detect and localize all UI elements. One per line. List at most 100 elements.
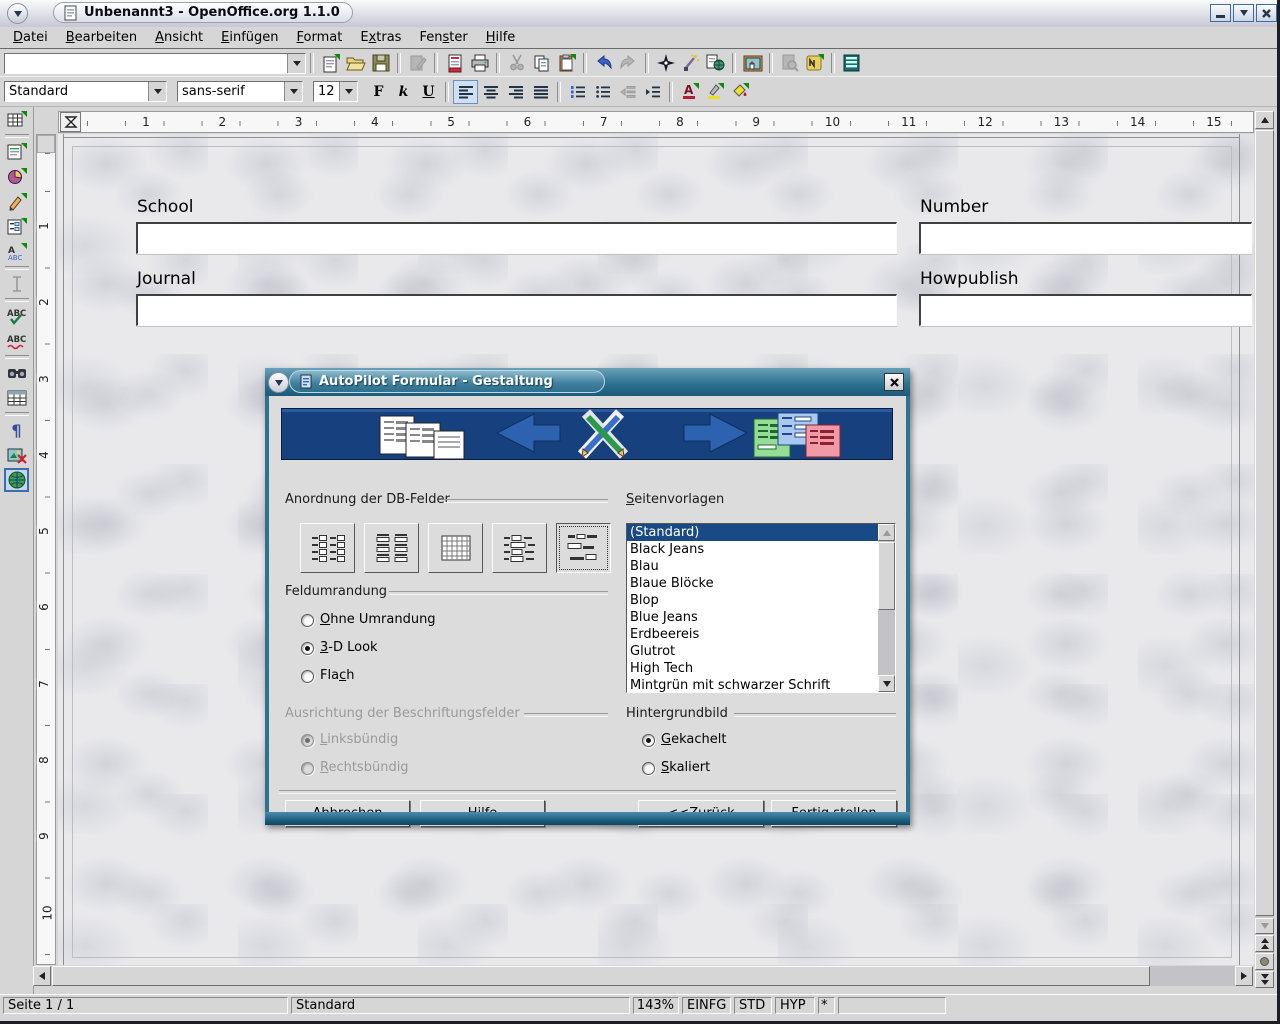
form-functions-icon[interactable] <box>4 215 29 239</box>
style-dropdown-button[interactable] <box>148 82 166 101</box>
style-list-item[interactable]: Black Jeans <box>627 541 880 558</box>
menu-item-ansicht[interactable]: Ansicht <box>146 28 212 47</box>
edit-file-icon[interactable] <box>405 51 430 75</box>
stylist-icon[interactable] <box>678 51 703 75</box>
flat-radio[interactable] <box>301 670 314 683</box>
style-list-item[interactable]: High Tech <box>627 660 880 677</box>
howpublish-field[interactable] <box>919 294 1252 326</box>
style-list-item[interactable]: Blau <box>627 558 880 575</box>
font-color-icon[interactable]: A <box>677 80 702 104</box>
tiled-radio[interactable] <box>642 734 655 747</box>
align-left-icon[interactable] <box>453 80 478 104</box>
insert-table-icon[interactable] <box>4 108 29 132</box>
threed-look-radio[interactable] <box>301 642 314 655</box>
align-right-icon[interactable] <box>503 80 528 104</box>
justify-icon[interactable] <box>528 80 553 104</box>
highlighting-icon[interactable] <box>702 80 727 104</box>
size-dropdown-button[interactable] <box>339 82 357 101</box>
font-dropdown-button[interactable] <box>284 82 302 101</box>
print-icon[interactable] <box>467 51 492 75</box>
datasources-toggle-icon[interactable] <box>4 386 29 410</box>
gallery-icon[interactable] <box>740 51 765 75</box>
layout-blocks-labels-left-button[interactable] <box>492 523 547 573</box>
online-layout-icon[interactable] <box>4 468 29 492</box>
no-border-label[interactable]: Ohne Umrandung <box>320 612 436 627</box>
bullet-list-icon[interactable] <box>590 80 615 104</box>
export-pdf-icon[interactable] <box>442 51 467 75</box>
horizontal-ruler[interactable]: 123456789101112131415 <box>58 111 1254 133</box>
menu-item-bearbeiten[interactable]: Bearbeiten <box>57 28 146 47</box>
number-field[interactable] <box>919 222 1252 254</box>
draw-functions-icon[interactable] <box>4 190 29 214</box>
list-scroll-down-button[interactable] <box>878 675 895 692</box>
font-size-combobox[interactable]: 12 <box>313 81 358 102</box>
scroll-left-button[interactable] <box>33 966 51 986</box>
page-styles-listbox[interactable]: (Standard)Black JeansBlauBlaue BlöckeBlo… <box>626 523 896 693</box>
layout-as-table-button[interactable] <box>428 523 483 573</box>
font-name-combobox[interactable]: sans-serif <box>177 81 303 102</box>
threed-look-label[interactable]: 3-D Look <box>320 640 378 655</box>
menu-item-datei[interactable]: Datei <box>4 28 57 47</box>
dialog-menu-button[interactable] <box>268 372 289 393</box>
vertical-ruler[interactable]: 12345678910 <box>36 134 56 965</box>
undo-icon[interactable] <box>591 51 616 75</box>
scroll-right-button[interactable] <box>1235 966 1253 986</box>
new-document-icon[interactable] <box>318 51 343 75</box>
hyperlink-dialog-icon[interactable] <box>703 51 728 75</box>
navigation-dot-button[interactable] <box>1255 953 1274 970</box>
italic-button[interactable]: k <box>391 80 416 104</box>
style-list-item[interactable]: Glutrot <box>627 643 880 660</box>
url-value[interactable] <box>5 54 287 73</box>
close-button[interactable] <box>1256 4 1277 22</box>
vertical-scrollbar[interactable] <box>1255 111 1274 988</box>
direct-cursor-icon[interactable] <box>4 272 29 296</box>
paste-icon[interactable] <box>554 51 579 75</box>
next-page-button[interactable] <box>1255 971 1274 988</box>
font-name-value[interactable]: sans-serif <box>178 82 284 101</box>
paragraph-style-combobox[interactable]: Standard <box>4 81 167 102</box>
nonprinting-characters-icon[interactable]: ¶ <box>4 418 29 442</box>
autotext-icon[interactable]: AABC <box>4 240 29 264</box>
dialog-close-button[interactable] <box>884 373 904 391</box>
decrease-indent-icon[interactable] <box>615 80 640 104</box>
layout-columns-labels-left-button[interactable] <box>300 523 355 573</box>
maximize-button[interactable] <box>1233 4 1254 22</box>
open-icon[interactable] <box>343 51 368 75</box>
horizontal-scroll-thumb[interactable] <box>52 966 1150 986</box>
redo-icon[interactable] <box>616 51 641 75</box>
style-list-item[interactable]: Blaue Blöcke <box>627 575 880 592</box>
paragraph-style-value[interactable]: Standard <box>5 82 148 101</box>
status-page-style[interactable]: Standard <box>291 997 630 1014</box>
menu-item-fenster[interactable]: Fenster <box>410 28 476 47</box>
status-insert-mode[interactable]: EINFG <box>682 997 731 1014</box>
copy-icon[interactable] <box>529 51 554 75</box>
cut-icon[interactable] <box>504 51 529 75</box>
status-hyperlink-mode[interactable]: HYP <box>775 997 815 1014</box>
status-selection-mode[interactable]: STD <box>734 997 772 1014</box>
scroll-up-button[interactable] <box>1255 111 1274 129</box>
dialog-title-bar[interactable]: AutoPilot Formular - Gestaltung <box>265 368 910 397</box>
menu-item-einf-gen[interactable]: Einfügen <box>212 28 287 47</box>
tab-stop-selector[interactable] <box>60 112 81 132</box>
layout-columns-labels-top-button[interactable] <box>364 523 419 573</box>
previous-page-button[interactable] <box>1255 935 1274 952</box>
scaled-label[interactable]: Skaliert <box>661 760 710 775</box>
navigator-toggle-icon[interactable] <box>802 51 827 75</box>
minimize-button[interactable] <box>1210 4 1231 22</box>
no-border-radio[interactable] <box>301 614 314 627</box>
style-list-item[interactable]: Blop <box>627 592 880 609</box>
list-scroll-up-button[interactable] <box>878 524 895 541</box>
datasources-icon[interactable] <box>839 51 864 75</box>
print-preview-icon[interactable] <box>777 51 802 75</box>
auto-spellcheck-icon[interactable]: ABC <box>4 329 29 353</box>
paragraph-background-icon[interactable] <box>727 80 752 104</box>
status-zoom[interactable]: 143% <box>633 997 679 1014</box>
find-replace-icon[interactable] <box>4 361 29 385</box>
menu-item-format[interactable]: Format <box>288 28 352 47</box>
increase-indent-icon[interactable] <box>640 80 665 104</box>
vertical-scroll-thumb[interactable] <box>1255 130 1274 916</box>
school-field[interactable] <box>136 222 897 254</box>
spellcheck-icon[interactable]: ABC <box>4 304 29 328</box>
style-list-item[interactable]: (Standard) <box>627 524 880 541</box>
style-list-item[interactable]: Erdbeereis <box>627 626 880 643</box>
